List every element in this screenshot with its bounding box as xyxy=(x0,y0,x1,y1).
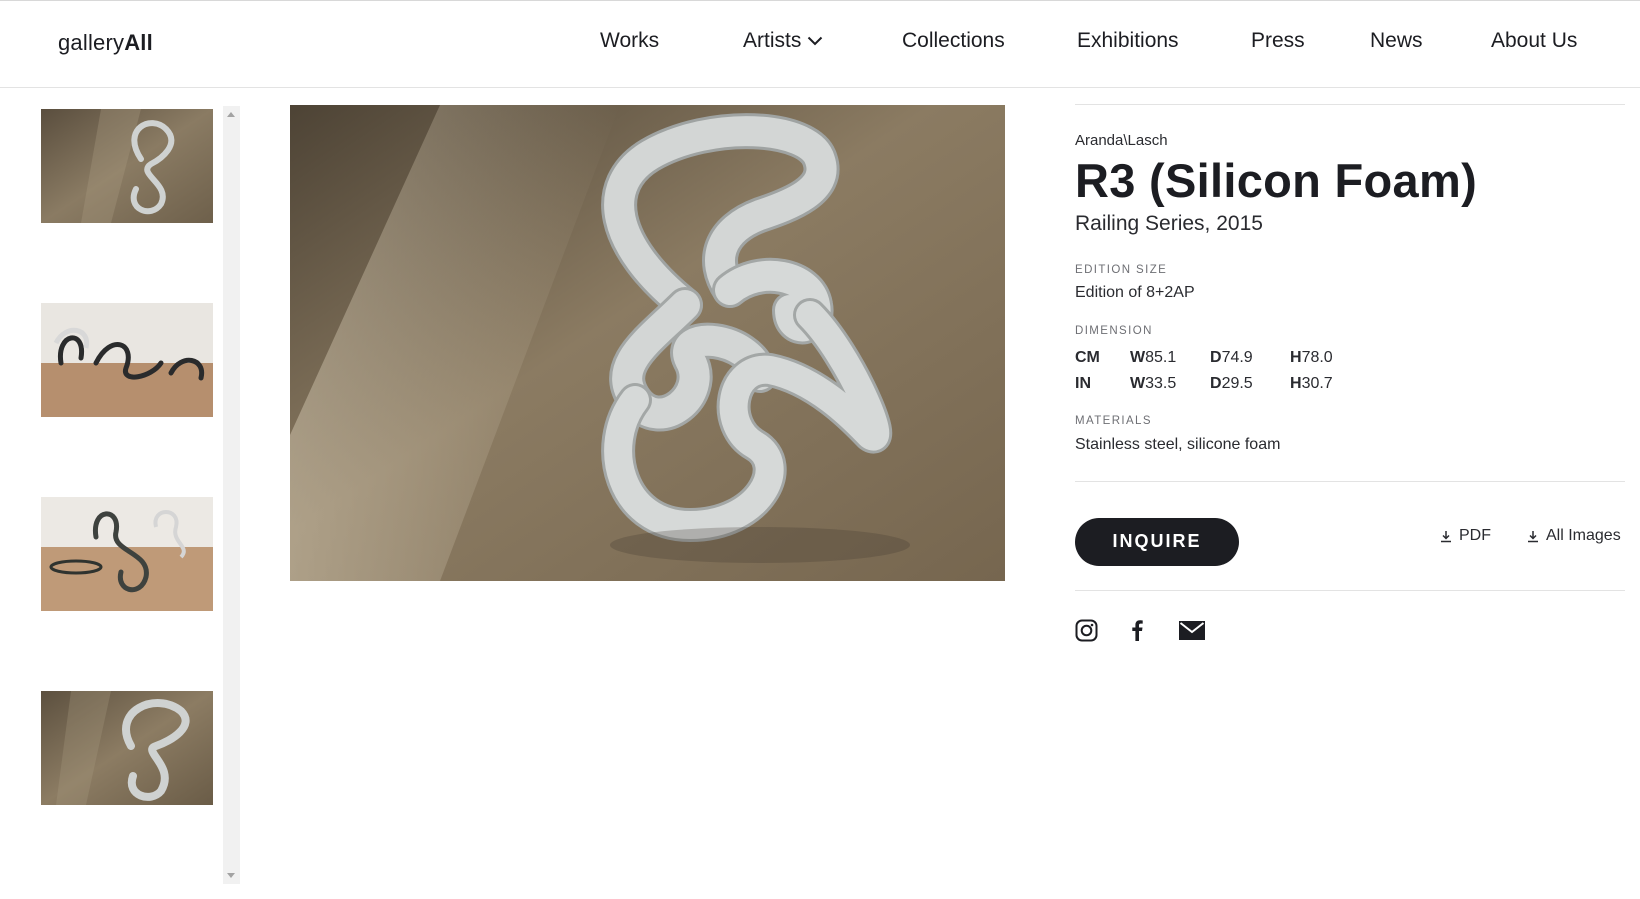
dimension-unit: IN xyxy=(1075,374,1091,392)
download-pdf-label: PDF xyxy=(1459,526,1491,544)
nav-works-label: Works xyxy=(600,29,660,52)
dimension-depth: D29.5 xyxy=(1210,374,1253,392)
nav-works[interactable]: Works xyxy=(600,29,659,53)
download-icon xyxy=(1528,530,1538,542)
facebook-icon[interactable] xyxy=(1131,619,1143,642)
social-share xyxy=(1075,619,1625,642)
thumbnail-image-3 xyxy=(41,497,213,611)
actions-divider-bottom xyxy=(1075,589,1625,591)
thumbnail-4[interactable] xyxy=(41,691,213,805)
logo-text-regular: gallery xyxy=(58,30,125,55)
top-divider xyxy=(1075,104,1625,105)
thumbnail-image-4 xyxy=(41,691,213,805)
dimension-width: W33.5 xyxy=(1130,374,1177,392)
edition-size-label: EDITION SIZE xyxy=(1075,263,1168,276)
dimension-depth: D74.9 xyxy=(1210,348,1253,366)
dimension-row-in: IN W33.5 D29.5 H30.7 xyxy=(1075,371,1625,397)
download-all-images-label: All Images xyxy=(1546,526,1621,544)
nav-artists[interactable]: Artists xyxy=(743,29,823,53)
thumbnail-image-1 xyxy=(41,109,213,223)
site-header: galleryAll Works Artists Collections Exh… xyxy=(0,0,1640,88)
nav-collections-label: Collections xyxy=(902,29,1005,52)
action-bar: INQUIRE PDF All Images xyxy=(1075,482,1625,590)
nav-collections[interactable]: Collections xyxy=(902,29,1005,53)
nav-exhibitions[interactable]: Exhibitions xyxy=(1077,29,1179,53)
nav-exhibitions-label: Exhibitions xyxy=(1077,29,1179,52)
main-artwork-image[interactable] xyxy=(290,105,1005,581)
materials-label: MATERIALS xyxy=(1075,414,1152,427)
edition-size-value: Edition of 8+2AP xyxy=(1075,283,1195,301)
nav-news-label: News xyxy=(1370,29,1423,52)
download-all-images-link[interactable]: All Images xyxy=(1527,527,1621,545)
instagram-icon[interactable] xyxy=(1075,619,1098,642)
dimension-unit: CM xyxy=(1075,348,1100,366)
download-pdf-link[interactable]: PDF xyxy=(1440,527,1491,545)
thumbnail-scrollbar[interactable] xyxy=(223,106,240,884)
nav-about-us[interactable]: About Us xyxy=(1491,29,1577,53)
thumbnail-image-2 xyxy=(41,303,213,417)
scroll-down-arrow[interactable] xyxy=(227,873,235,878)
nav-about-us-label: About Us xyxy=(1491,29,1578,52)
artwork-series: Railing Series, 2015 xyxy=(1075,211,1263,235)
dimension-width: W85.1 xyxy=(1130,348,1177,366)
dimension-row-cm: CM W85.1 D74.9 H78.0 xyxy=(1075,345,1625,371)
nav-press-label: Press xyxy=(1251,29,1305,52)
email-icon[interactable] xyxy=(1179,620,1205,640)
thumbnail-3[interactable] xyxy=(41,497,213,611)
site-logo[interactable]: galleryAll xyxy=(58,30,153,56)
dimension-table: CM W85.1 D74.9 H78.0 IN W33.5 D29.5 H30.… xyxy=(1075,345,1625,397)
artist-name[interactable]: Aranda\Lasch xyxy=(1075,132,1625,149)
download-icon xyxy=(1441,530,1451,542)
artwork-photo xyxy=(290,105,1005,581)
nav-news[interactable]: News xyxy=(1370,29,1423,53)
dimension-height: H78.0 xyxy=(1290,348,1333,366)
nav-artists-label: Artists xyxy=(743,29,802,52)
materials-value: Stainless steel, silicone foam xyxy=(1075,435,1281,453)
thumbnail-1[interactable] xyxy=(41,109,213,223)
dimension-label: DIMENSION xyxy=(1075,324,1153,337)
scroll-up-arrow[interactable] xyxy=(227,112,235,117)
inquire-button[interactable]: INQUIRE xyxy=(1075,517,1239,566)
thumbnail-2[interactable] xyxy=(41,303,213,417)
chevron-down-icon xyxy=(808,36,823,46)
nav-press[interactable]: Press xyxy=(1251,29,1305,53)
artwork-title: R3 (Silicon Foam) xyxy=(1075,154,1478,207)
logo-text-bold: All xyxy=(124,30,153,55)
artwork-details: Aranda\Lasch R3 (Silicon Foam) Railing S… xyxy=(1075,104,1625,642)
dimension-height: H30.7 xyxy=(1290,374,1333,392)
